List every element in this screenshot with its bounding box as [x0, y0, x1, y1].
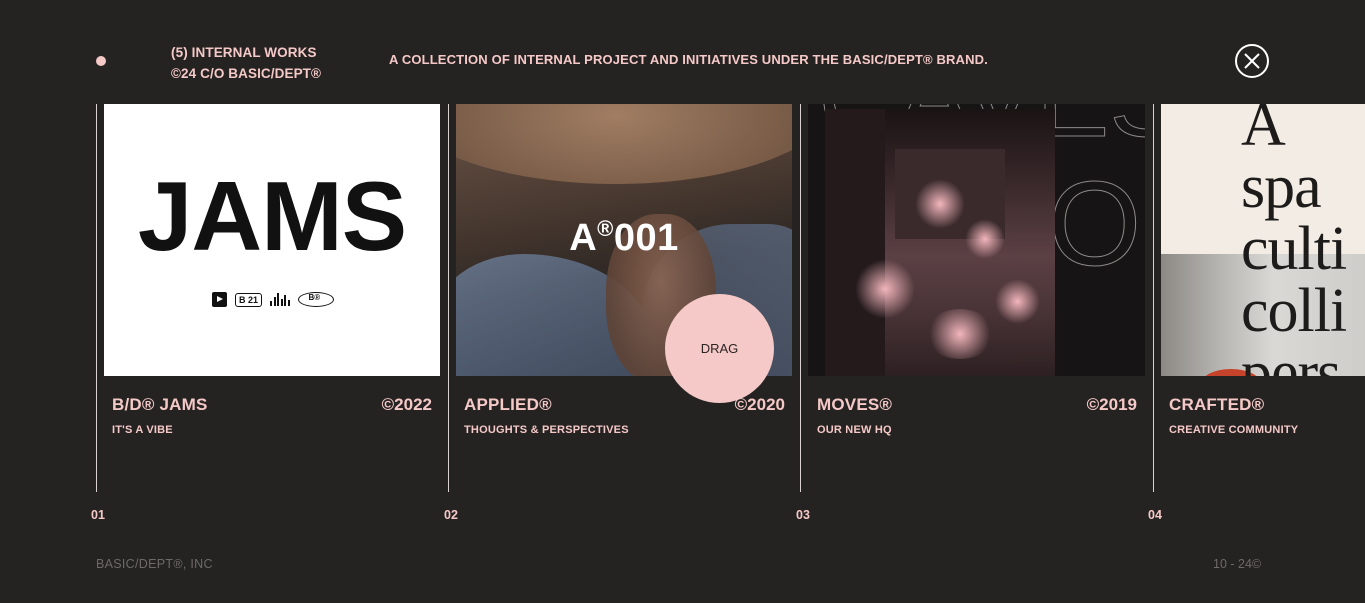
header-description: A COLLECTION OF INTERNAL PROJECT AND INI…: [389, 52, 988, 67]
card-image-moves[interactable]: CAVES OV: [808, 104, 1145, 376]
photo-hat: [456, 104, 792, 184]
card-title[interactable]: MOVES®: [817, 395, 892, 415]
b21-badge: B 21: [235, 292, 263, 307]
card-image-jams[interactable]: JAMS B 21: [104, 104, 440, 376]
jams-logo-text: JAMS: [137, 161, 407, 271]
card-title[interactable]: APPLIED®: [464, 395, 552, 415]
divider: [448, 104, 449, 492]
drag-label: DRAG: [700, 341, 739, 356]
card-year: ©2022: [381, 395, 432, 414]
card-index: 02: [444, 508, 458, 522]
card-year: ©2019: [1086, 395, 1137, 414]
card-subtitle: OUR NEW HQ: [817, 424, 892, 436]
divider: [1153, 104, 1154, 492]
divider: [800, 104, 801, 492]
applied-issue-text: A®001: [569, 216, 679, 259]
footer-company: BASIC/DEPT®, INC: [96, 557, 213, 571]
card-index: 03: [796, 508, 810, 522]
card-subtitle: IT'S A VIBE: [112, 424, 173, 436]
jams-icon-row: B 21: [212, 292, 334, 307]
header-count: (5) INTERNAL WORKS: [171, 45, 317, 60]
card-index: 04: [1148, 508, 1162, 522]
crafted-headline: A spa culti colli pers: [1241, 104, 1347, 376]
drag-cursor[interactable]: DRAG: [665, 294, 774, 403]
card-index: 01: [91, 508, 105, 522]
card-title[interactable]: CRAFTED®: [1169, 395, 1264, 415]
card-title[interactable]: B/D® JAMS: [112, 395, 208, 415]
outline-text: OV: [1047, 157, 1145, 291]
close-icon: [1244, 53, 1260, 69]
header-meta: (5) INTERNAL WORKS ©24 C/O BASIC/DEPT®: [171, 42, 321, 84]
close-button[interactable]: [1235, 44, 1269, 78]
indicator-dot: [96, 56, 106, 66]
card-subtitle: CREATIVE COMMUNITY: [1169, 424, 1299, 436]
play-icon: [212, 292, 227, 307]
street-photo: [825, 109, 1055, 376]
globe-logo-icon: [297, 292, 334, 307]
card-subtitle: THOUGHTS & PERSPECTIVES: [464, 424, 629, 436]
footer-range: 10 - 24©: [1213, 557, 1262, 571]
header-brand: ©24 C/O BASIC/DEPT®: [171, 66, 322, 81]
card-image-crafted[interactable]: A spa culti colli pers: [1161, 104, 1365, 376]
equalizer-icon: [270, 293, 290, 306]
divider: [96, 104, 97, 492]
